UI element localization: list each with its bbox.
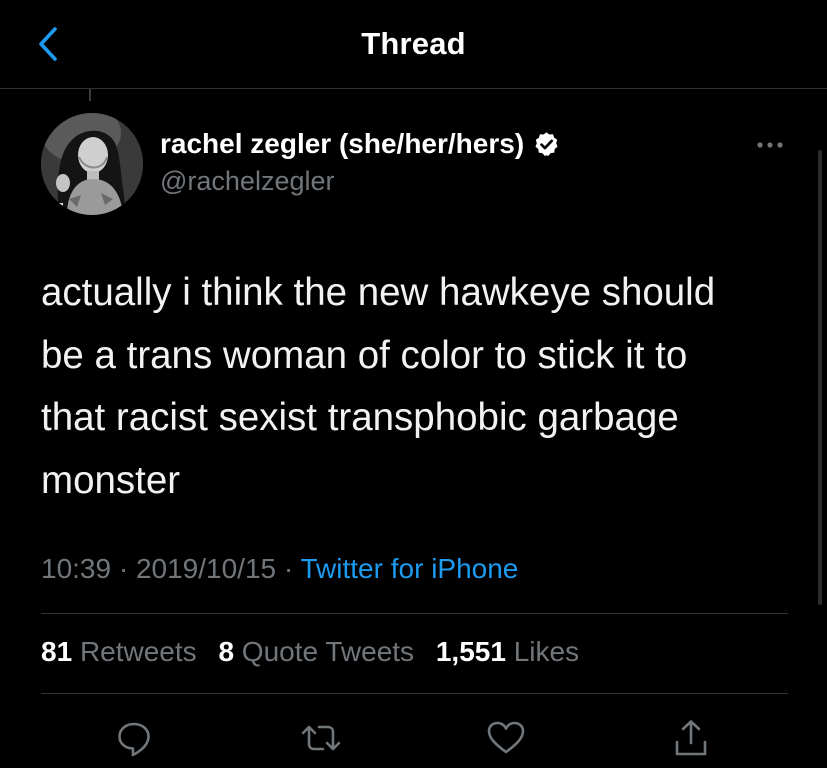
- tweet-stats: 81 Retweets 8 Quote Tweets 1,551 Likes: [41, 636, 579, 668]
- reply-icon: [118, 722, 150, 757]
- retweet-icon: [301, 725, 341, 751]
- reply-button[interactable]: [109, 718, 159, 768]
- quote-tweets-count: 8: [218, 636, 235, 667]
- quote-tweets-stat[interactable]: 8 Quote Tweets: [218, 636, 414, 667]
- divider: [41, 693, 788, 694]
- author-name-row[interactable]: rachel zegler (she/her/hers): [160, 128, 560, 160]
- share-button[interactable]: [666, 718, 716, 768]
- retweets-count: 81: [41, 636, 73, 667]
- tweet-date: 2019/10/15: [135, 553, 277, 584]
- meta-separator: ·: [283, 553, 294, 584]
- tweet-source-link[interactable]: Twitter for iPhone: [301, 553, 519, 584]
- more-options-button[interactable]: [748, 130, 792, 160]
- thread-header: Thread: [0, 0, 827, 89]
- heart-icon: [487, 721, 525, 754]
- tweet-time: 10:39: [41, 553, 112, 584]
- avatar[interactable]: [41, 113, 143, 215]
- thread-connector-line: [89, 89, 91, 101]
- verified-badge-icon: [533, 131, 560, 158]
- tweet-meta: 10:39 · 2019/10/15 · Twitter for iPhone: [41, 553, 518, 585]
- tweet-text: actually i think the new hawkeye should …: [41, 271, 716, 502]
- scrollbar[interactable]: [818, 150, 822, 605]
- likes-count: 1,551: [435, 636, 506, 667]
- quote-tweets-label: Quote Tweets: [241, 636, 415, 667]
- like-button[interactable]: [481, 718, 531, 768]
- page-title: Thread: [361, 26, 466, 61]
- likes-stat[interactable]: 1,551 Likes: [436, 636, 579, 667]
- more-horizontal-icon: [757, 142, 783, 148]
- share-icon: [675, 720, 707, 756]
- author-handle[interactable]: @rachelzegler: [160, 166, 335, 197]
- retweet-button[interactable]: [296, 718, 346, 768]
- divider: [41, 613, 788, 614]
- author-name[interactable]: rachel zegler (she/her/hers): [160, 128, 524, 160]
- meta-separator: ·: [118, 553, 129, 584]
- tweet-actions: [0, 712, 827, 757]
- likes-label: Likes: [513, 636, 580, 667]
- retweets-label: Retweets: [79, 636, 197, 667]
- retweets-stat[interactable]: 81 Retweets: [41, 636, 197, 667]
